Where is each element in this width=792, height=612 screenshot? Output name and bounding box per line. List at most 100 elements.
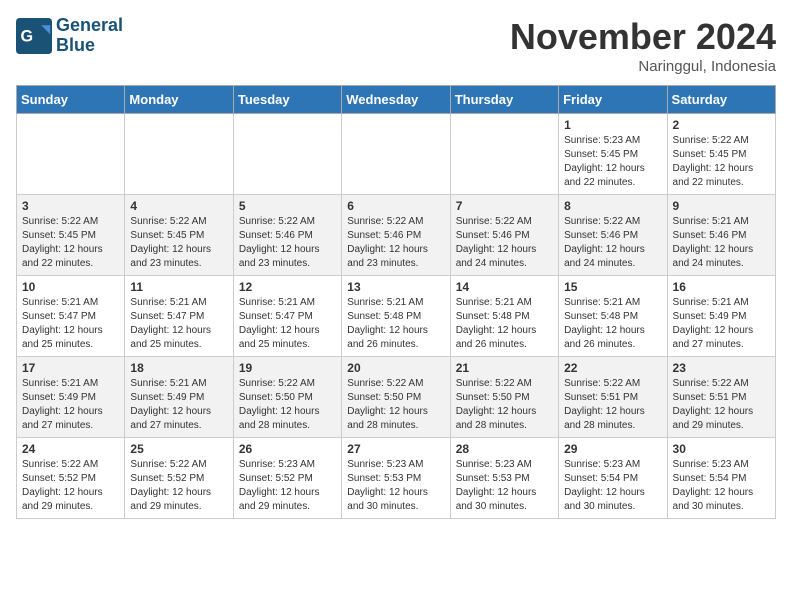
- day-info: Sunrise: 5:21 AM Sunset: 5:46 PM Dayligh…: [673, 215, 770, 271]
- calendar-cell: 26Sunrise: 5:23 AM Sunset: 5:52 PM Dayli…: [233, 438, 341, 519]
- day-number: 8: [564, 199, 661, 213]
- calendar-cell: 15 Sunrise: 5:21 AM Sunset: 5:48 PM Dayli…: [559, 276, 667, 357]
- week-row-4: 17 Sunrise: 5:21 AM Sunset: 5:49 PM Dayli…: [17, 357, 776, 438]
- day-number: 28: [456, 442, 553, 456]
- logo: G General Blue: [16, 16, 123, 56]
- day-header-saturday: Saturday: [667, 86, 775, 114]
- day-info: Sunrise: 5:21 AM Sunset: 5:47 PM Dayligh…: [22, 296, 119, 352]
- calendar-cell: 13Sunrise: 5:21 AM Sunset: 5:48 PM Dayli…: [342, 276, 450, 357]
- day-info: Sunrise: 5:23 AM Sunset: 5:45 PM Dayligh…: [564, 134, 661, 190]
- day-info: Sunrise: 5:22 AM Sunset: 5:51 PM Dayligh…: [673, 377, 770, 433]
- day-info: Sunrise: 5:22 AM Sunset: 5:45 PM Dayligh…: [22, 215, 119, 271]
- calendar-cell: 22Sunrise: 5:22 AM Sunset: 5:51 PM Dayli…: [559, 357, 667, 438]
- day-number: 27: [347, 442, 444, 456]
- calendar-cell: 21Sunrise: 5:22 AM Sunset: 5:50 PM Dayli…: [450, 357, 558, 438]
- day-info: Sunrise: 5:21 AM Sunset: 5:47 PM Dayligh…: [239, 296, 336, 352]
- day-number: 3: [22, 199, 119, 213]
- calendar-cell: 3 Sunrise: 5:22 AM Sunset: 5:45 PM Daylig…: [17, 195, 125, 276]
- logo-icon: G: [16, 18, 52, 54]
- calendar-cell: 18 Sunrise: 5:21 AM Sunset: 5:49 PM Dayli…: [125, 357, 233, 438]
- page-header: G General Blue November 2024 Naringgul, …: [16, 16, 776, 75]
- day-info: Sunrise: 5:22 AM Sunset: 5:46 PM Dayligh…: [564, 215, 661, 271]
- day-number: 16: [673, 280, 770, 294]
- day-number: 19: [239, 361, 336, 375]
- day-info: Sunrise: 5:23 AM Sunset: 5:54 PM Dayligh…: [673, 458, 770, 514]
- week-row-5: 24 Sunrise: 5:22 AM Sunset: 5:52 PM Dayli…: [17, 438, 776, 519]
- day-number: 18: [130, 361, 227, 375]
- week-row-2: 3 Sunrise: 5:22 AM Sunset: 5:45 PM Daylig…: [17, 195, 776, 276]
- calendar-cell: 20 Sunrise: 5:22 AM Sunset: 5:50 PM Dayli…: [342, 357, 450, 438]
- day-number: 26: [239, 442, 336, 456]
- calendar-cell: 7 Sunrise: 5:22 AM Sunset: 5:46 PM Daylig…: [450, 195, 558, 276]
- day-info: Sunrise: 5:21 AM Sunset: 5:49 PM Dayligh…: [130, 377, 227, 433]
- calendar-cell: [342, 114, 450, 195]
- day-header-sunday: Sunday: [17, 86, 125, 114]
- calendar-cell: 29 Sunrise: 5:23 AM Sunset: 5:54 PM Dayli…: [559, 438, 667, 519]
- day-number: 10: [22, 280, 119, 294]
- day-info: Sunrise: 5:23 AM Sunset: 5:53 PM Dayligh…: [456, 458, 553, 514]
- day-info: Sunrise: 5:23 AM Sunset: 5:53 PM Dayligh…: [347, 458, 444, 514]
- calendar-cell: 12 Sunrise: 5:21 AM Sunset: 5:47 PM Dayli…: [233, 276, 341, 357]
- day-number: 2: [673, 118, 770, 132]
- day-info: Sunrise: 5:21 AM Sunset: 5:49 PM Dayligh…: [673, 296, 770, 352]
- calendar-cell: 25Sunrise: 5:22 AM Sunset: 5:52 PM Dayli…: [125, 438, 233, 519]
- calendar-cell: 9Sunrise: 5:21 AM Sunset: 5:46 PM Daylig…: [667, 195, 775, 276]
- calendar-cell: 28 Sunrise: 5:23 AM Sunset: 5:53 PM Dayli…: [450, 438, 558, 519]
- day-info: Sunrise: 5:23 AM Sunset: 5:54 PM Dayligh…: [564, 458, 661, 514]
- calendar-cell: [450, 114, 558, 195]
- day-info: Sunrise: 5:22 AM Sunset: 5:50 PM Dayligh…: [347, 377, 444, 433]
- day-info: Sunrise: 5:21 AM Sunset: 5:49 PM Dayligh…: [22, 377, 119, 433]
- title-block: November 2024 Naringgul, Indonesia: [510, 16, 776, 75]
- day-info: Sunrise: 5:21 AM Sunset: 5:48 PM Dayligh…: [347, 296, 444, 352]
- week-row-3: 10 Sunrise: 5:21 AM Sunset: 5:47 PM Dayli…: [17, 276, 776, 357]
- day-number: 17: [22, 361, 119, 375]
- day-number: 20: [347, 361, 444, 375]
- day-info: Sunrise: 5:22 AM Sunset: 5:45 PM Dayligh…: [673, 134, 770, 190]
- day-info: Sunrise: 5:21 AM Sunset: 5:47 PM Dayligh…: [130, 296, 227, 352]
- week-row-1: 1Sunrise: 5:23 AM Sunset: 5:45 PM Daylig…: [17, 114, 776, 195]
- day-number: 11: [130, 280, 227, 294]
- day-number: 7: [456, 199, 553, 213]
- calendar-cell: 30 Sunrise: 5:23 AM Sunset: 5:54 PM Dayli…: [667, 438, 775, 519]
- day-info: Sunrise: 5:22 AM Sunset: 5:46 PM Dayligh…: [456, 215, 553, 271]
- calendar-table: SundayMondayTuesdayWednesdayThursdayFrid…: [16, 85, 776, 519]
- day-number: 15: [564, 280, 661, 294]
- calendar-cell: 14 Sunrise: 5:21 AM Sunset: 5:48 PM Dayli…: [450, 276, 558, 357]
- day-number: 30: [673, 442, 770, 456]
- day-number: 29: [564, 442, 661, 456]
- day-info: Sunrise: 5:22 AM Sunset: 5:50 PM Dayligh…: [239, 377, 336, 433]
- calendar-cell: 23 Sunrise: 5:22 AM Sunset: 5:51 PM Dayli…: [667, 357, 775, 438]
- day-info: Sunrise: 5:21 AM Sunset: 5:48 PM Dayligh…: [456, 296, 553, 352]
- logo-line1: General: [56, 16, 123, 36]
- day-number: 23: [673, 361, 770, 375]
- calendar-cell: 17 Sunrise: 5:21 AM Sunset: 5:49 PM Dayli…: [17, 357, 125, 438]
- month-title: November 2024: [510, 16, 776, 58]
- svg-text:G: G: [21, 27, 34, 45]
- day-number: 21: [456, 361, 553, 375]
- day-header-wednesday: Wednesday: [342, 86, 450, 114]
- day-info: Sunrise: 5:22 AM Sunset: 5:45 PM Dayligh…: [130, 215, 227, 271]
- day-header-tuesday: Tuesday: [233, 86, 341, 114]
- calendar-cell: [17, 114, 125, 195]
- day-number: 5: [239, 199, 336, 213]
- calendar-cell: 10 Sunrise: 5:21 AM Sunset: 5:47 PM Dayli…: [17, 276, 125, 357]
- day-number: 12: [239, 280, 336, 294]
- calendar-cell: 8 Sunrise: 5:22 AM Sunset: 5:46 PM Daylig…: [559, 195, 667, 276]
- calendar-cell: 6Sunrise: 5:22 AM Sunset: 5:46 PM Daylig…: [342, 195, 450, 276]
- calendar-cell: 2 Sunrise: 5:22 AM Sunset: 5:45 PM Daylig…: [667, 114, 775, 195]
- day-header-monday: Monday: [125, 86, 233, 114]
- logo-line2: Blue: [56, 36, 123, 56]
- day-info: Sunrise: 5:22 AM Sunset: 5:46 PM Dayligh…: [239, 215, 336, 271]
- calendar-cell: 19 Sunrise: 5:22 AM Sunset: 5:50 PM Dayli…: [233, 357, 341, 438]
- day-number: 6: [347, 199, 444, 213]
- calendar-cell: 11 Sunrise: 5:21 AM Sunset: 5:47 PM Dayli…: [125, 276, 233, 357]
- day-number: 24: [22, 442, 119, 456]
- day-number: 14: [456, 280, 553, 294]
- day-info: Sunrise: 5:21 AM Sunset: 5:48 PM Dayligh…: [564, 296, 661, 352]
- calendar-cell: 4 Sunrise: 5:22 AM Sunset: 5:45 PM Daylig…: [125, 195, 233, 276]
- calendar-cell: 1Sunrise: 5:23 AM Sunset: 5:45 PM Daylig…: [559, 114, 667, 195]
- day-number: 4: [130, 199, 227, 213]
- day-info: Sunrise: 5:22 AM Sunset: 5:52 PM Dayligh…: [130, 458, 227, 514]
- calendar-cell: 24Sunrise: 5:22 AM Sunset: 5:52 PM Dayli…: [17, 438, 125, 519]
- day-header-thursday: Thursday: [450, 86, 558, 114]
